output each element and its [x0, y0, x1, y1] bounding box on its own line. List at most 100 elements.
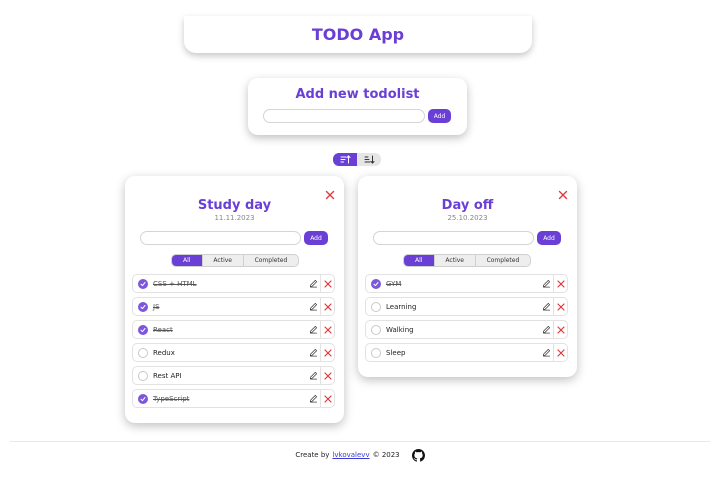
task-actions — [539, 344, 567, 361]
task-actions — [539, 298, 567, 315]
list-title[interactable]: Day off — [358, 198, 577, 213]
delete-task-button[interactable] — [553, 344, 567, 361]
edit-task-button[interactable] — [306, 367, 320, 384]
task-checkbox[interactable] — [138, 347, 148, 358]
github-link[interactable] — [411, 448, 425, 462]
task-title[interactable]: Learning — [386, 303, 539, 311]
filter-group: All Active Completed — [403, 254, 531, 267]
close-icon — [323, 371, 332, 380]
task-actions — [539, 275, 567, 292]
add-todolist-button[interactable]: Add — [428, 109, 451, 123]
pencil-icon — [309, 302, 317, 311]
pencil-icon — [309, 394, 317, 403]
delete-task-button[interactable] — [320, 390, 334, 407]
check-icon — [140, 304, 146, 309]
delete-task-button[interactable] — [320, 344, 334, 361]
task-checkbox[interactable] — [371, 301, 381, 312]
edit-task-button[interactable] — [306, 321, 320, 338]
task-actions — [306, 367, 334, 384]
task-checkbox[interactable] — [138, 301, 148, 312]
new-task-input[interactable] — [140, 231, 301, 245]
delete-task-button[interactable] — [320, 321, 334, 338]
filter-group: All Active Completed — [171, 254, 299, 267]
edit-task-button[interactable] — [539, 298, 553, 315]
add-task-button[interactable]: Add — [537, 231, 561, 245]
task-row: Redux — [132, 343, 335, 362]
edit-task-button[interactable] — [306, 275, 320, 292]
sort-descending-button[interactable] — [333, 153, 357, 166]
task-title[interactable]: React — [153, 326, 306, 334]
filter-all-button[interactable]: All — [404, 255, 435, 266]
edit-task-button[interactable] — [539, 321, 553, 338]
list-title[interactable]: Study day — [125, 198, 344, 213]
task-checkbox[interactable] — [138, 324, 148, 335]
filter-completed-button[interactable]: Completed — [244, 255, 298, 266]
task-row: GYM — [365, 274, 568, 293]
footer-copyright: © 2023 — [372, 451, 400, 459]
task-actions — [306, 390, 334, 407]
task-title[interactable]: Sleep — [386, 349, 539, 357]
task-checkbox[interactable] — [371, 324, 381, 335]
edit-task-button[interactable] — [306, 298, 320, 315]
task-title[interactable]: Walking — [386, 326, 539, 334]
delete-task-button[interactable] — [320, 298, 334, 315]
task-checkbox[interactable] — [138, 393, 148, 404]
filter-completed-button[interactable]: Completed — [476, 255, 530, 266]
edit-task-button[interactable] — [306, 390, 320, 407]
list-date: 11.11.2023 — [214, 214, 255, 222]
delete-list-button[interactable] — [558, 185, 568, 200]
sort-descending-icon — [340, 155, 350, 164]
new-task-input[interactable] — [373, 231, 534, 245]
task-title[interactable]: Rest API — [153, 372, 306, 380]
delete-list-button[interactable] — [325, 185, 335, 200]
check-icon — [140, 327, 146, 332]
edit-task-button[interactable] — [539, 344, 553, 361]
filter-active-button[interactable]: Active — [203, 255, 244, 266]
delete-task-button[interactable] — [553, 321, 567, 338]
delete-task-button[interactable] — [320, 275, 334, 292]
task-title[interactable]: Redux — [153, 349, 306, 357]
task-row: TypeScript — [132, 389, 335, 408]
pencil-icon — [309, 279, 317, 288]
task-checkbox[interactable] — [138, 278, 148, 289]
task-title[interactable]: TypeScript — [153, 395, 306, 403]
check-icon — [140, 396, 146, 401]
task-checkbox[interactable] — [371, 278, 381, 289]
delete-task-button[interactable] — [553, 275, 567, 292]
add-todolist-card: Add new todolist Add — [248, 78, 467, 135]
sort-toggle — [333, 153, 381, 166]
filter-all-button[interactable]: All — [172, 255, 203, 266]
delete-task-button[interactable] — [553, 298, 567, 315]
list-date: 25.10.2023 — [447, 214, 488, 222]
new-todolist-input[interactable] — [263, 109, 425, 123]
pencil-icon — [542, 325, 550, 334]
footer-divider — [10, 441, 710, 442]
task-row: Learning — [365, 297, 568, 316]
close-icon — [556, 279, 565, 288]
check-icon — [140, 281, 146, 286]
close-icon — [323, 348, 332, 357]
app-header: TODO App — [184, 16, 532, 53]
task-actions — [306, 298, 334, 315]
task-title[interactable]: GYM — [386, 280, 539, 288]
task-title[interactable]: JS — [153, 303, 306, 311]
close-icon — [323, 394, 332, 403]
sort-ascending-icon — [364, 155, 374, 164]
task-actions — [539, 321, 567, 338]
pencil-icon — [542, 348, 550, 357]
task-row: CSS + HTML — [132, 274, 335, 293]
sort-ascending-button[interactable] — [357, 153, 381, 166]
app-title: TODO App — [311, 25, 405, 44]
add-task-button[interactable]: Add — [304, 231, 328, 245]
task-title[interactable]: CSS + HTML — [153, 280, 306, 288]
author-link[interactable]: lvkovalevv — [332, 451, 369, 459]
task-checkbox[interactable] — [138, 370, 148, 381]
pencil-icon — [309, 348, 317, 357]
task-checkbox[interactable] — [371, 347, 381, 358]
edit-task-button[interactable] — [539, 275, 553, 292]
filter-active-button[interactable]: Active — [435, 255, 476, 266]
delete-task-button[interactable] — [320, 367, 334, 384]
github-icon — [411, 448, 425, 462]
edit-task-button[interactable] — [306, 344, 320, 361]
close-icon — [323, 325, 332, 334]
